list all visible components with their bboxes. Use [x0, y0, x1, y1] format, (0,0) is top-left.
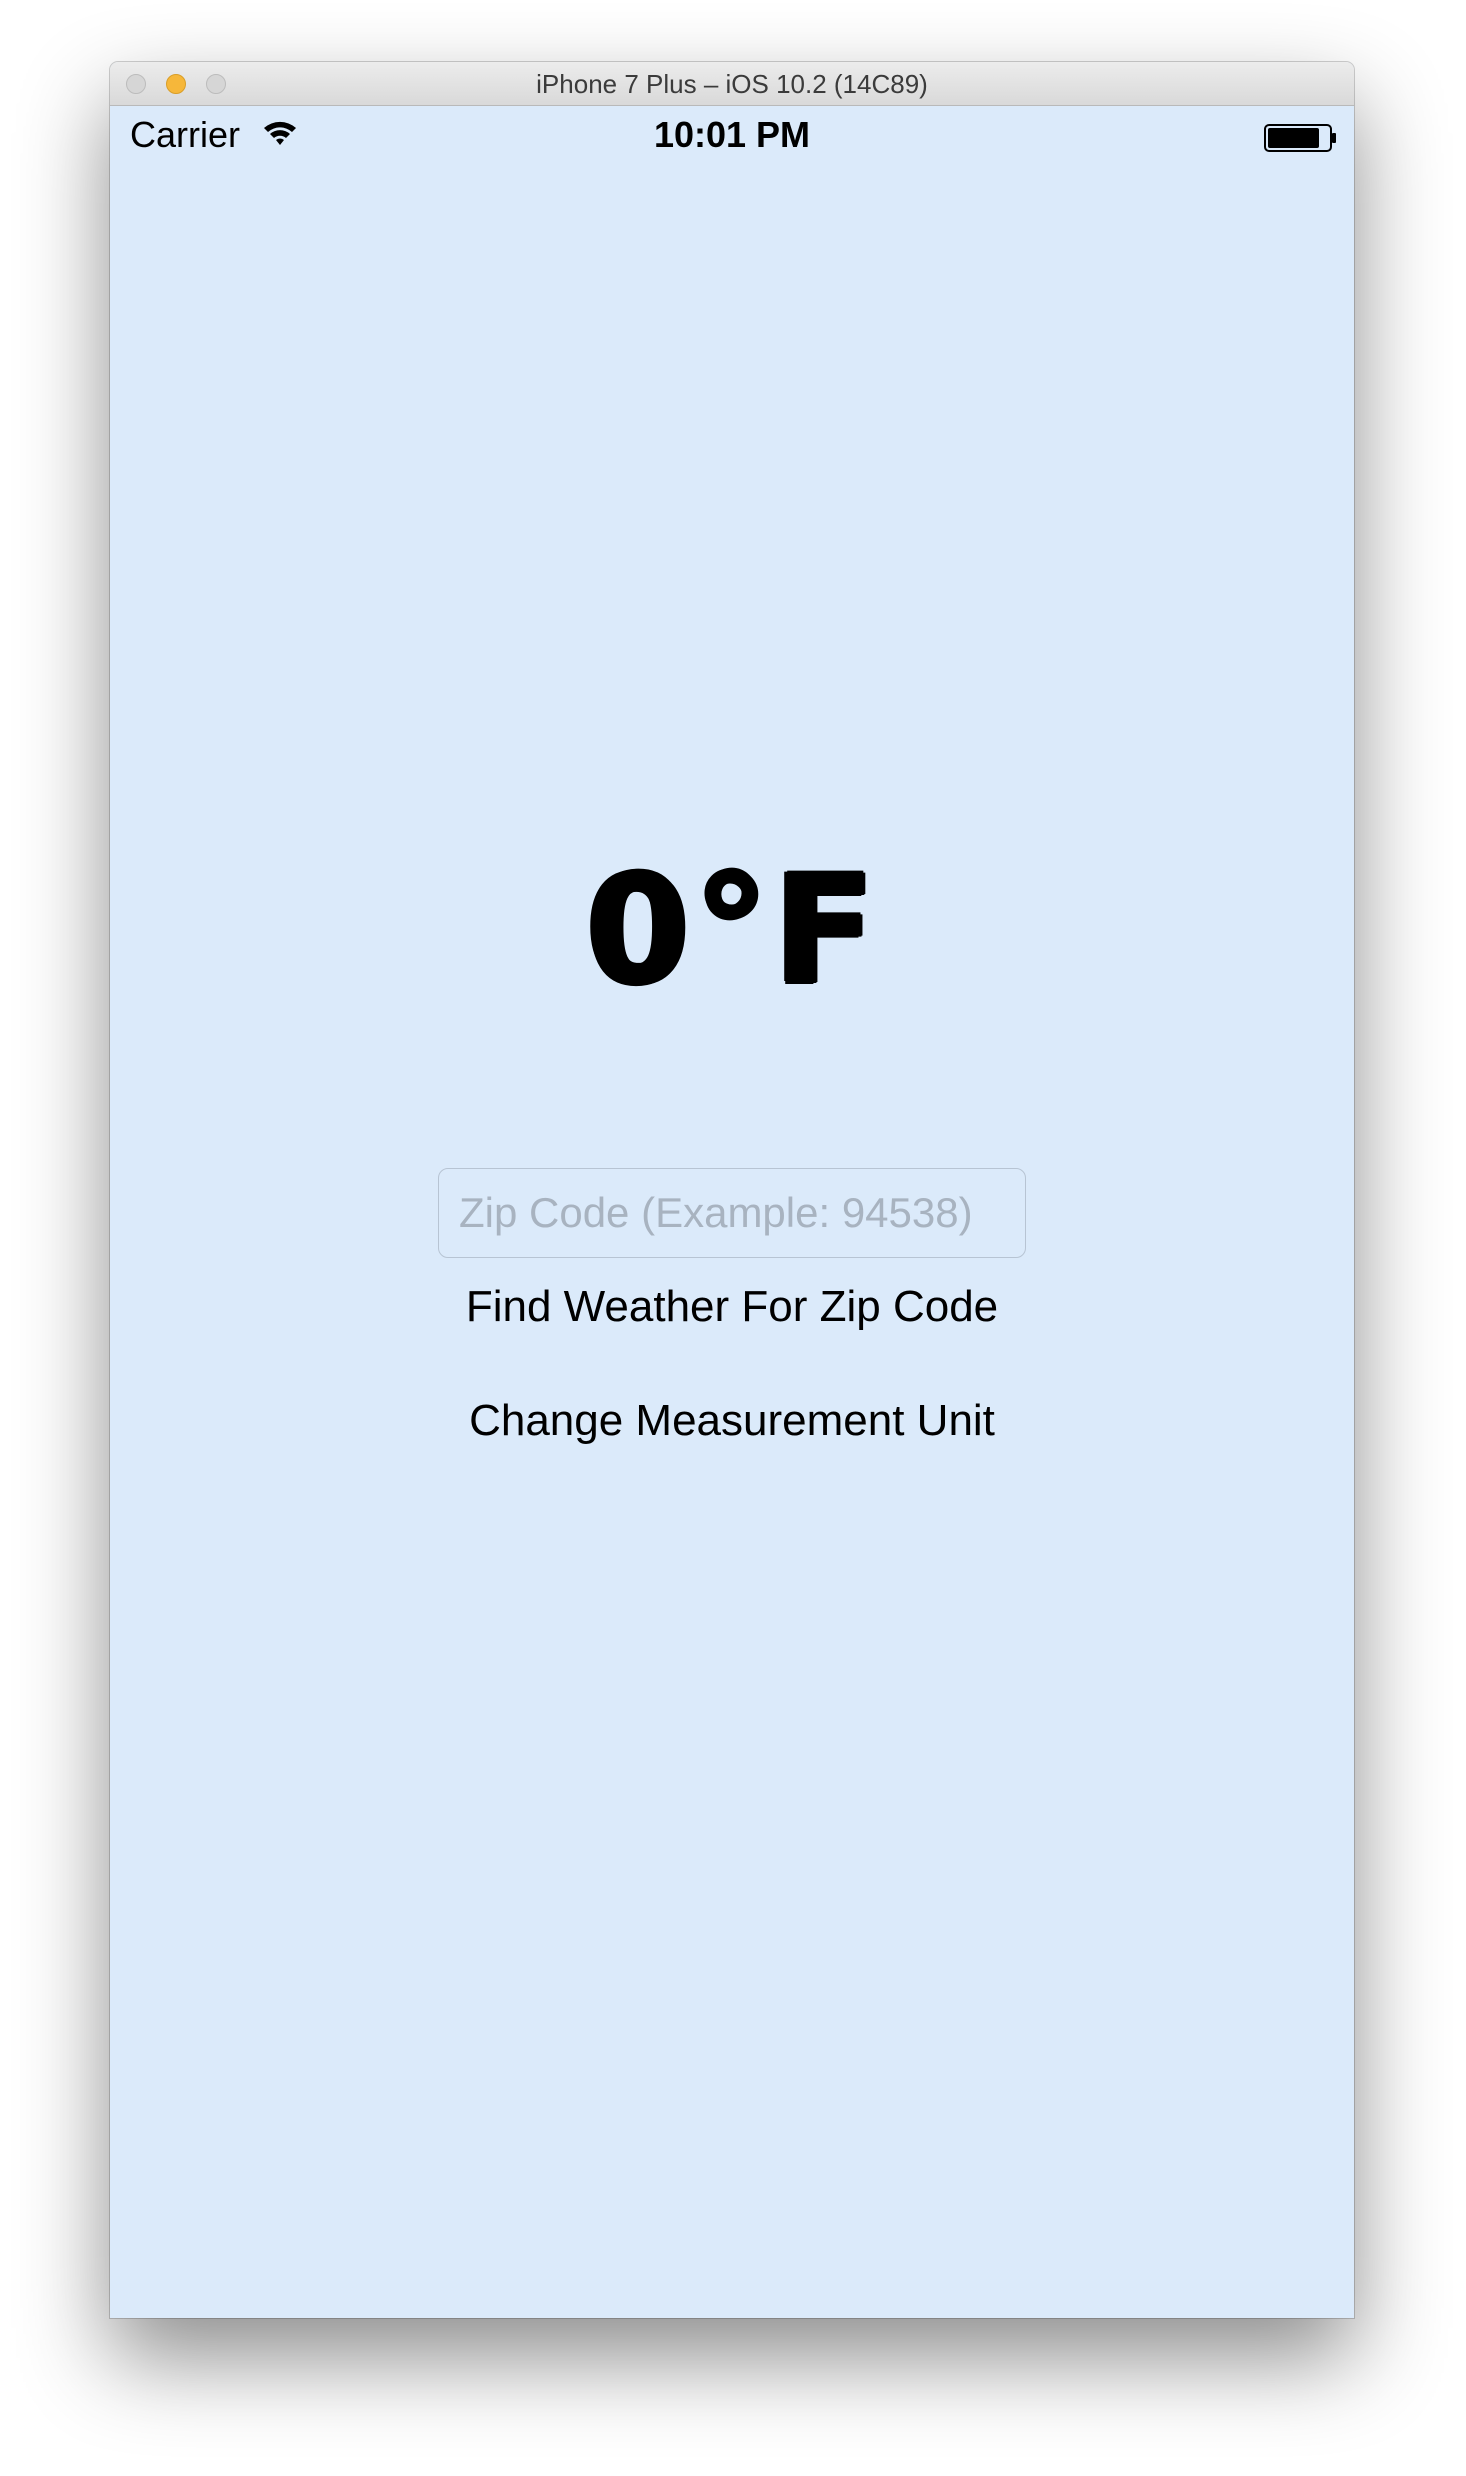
battery-icon: [1264, 124, 1336, 152]
simulator-window: iPhone 7 Plus – iOS 10.2 (14C89) Carrier…: [110, 62, 1354, 2318]
find-weather-button[interactable]: Find Weather For Zip Code: [110, 1272, 1354, 1342]
change-measurement-unit-button[interactable]: Change Measurement Unit: [110, 1386, 1354, 1456]
desktop-stage: iPhone 7 Plus – iOS 10.2 (14C89) Carrier…: [0, 0, 1466, 2476]
temperature-display: 0°F: [585, 844, 879, 1018]
phone-screen: Carrier 10:01 PM 0°F Find Weather For Zi…: [110, 106, 1354, 2318]
window-titlebar[interactable]: iPhone 7 Plus – iOS 10.2 (14C89): [110, 62, 1354, 106]
zip-code-input[interactable]: [438, 1168, 1026, 1258]
window-title: iPhone 7 Plus – iOS 10.2 (14C89): [536, 69, 928, 99]
status-clock: 10:01 PM: [653, 114, 811, 155]
status-bar: Carrier 10:01 PM: [110, 106, 1354, 162]
